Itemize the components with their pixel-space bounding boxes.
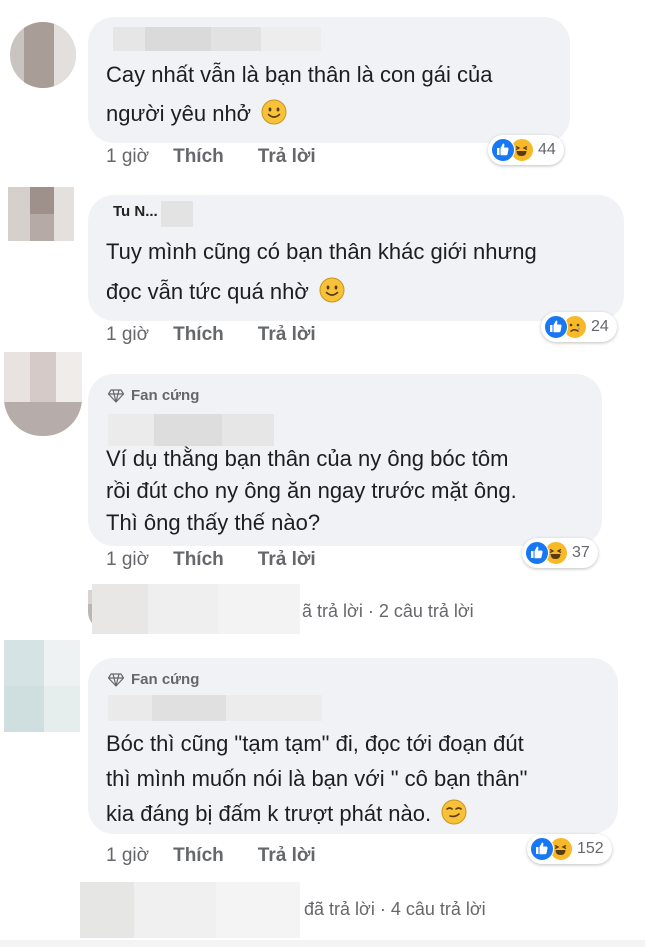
like-icon [525, 541, 549, 565]
comment-timestamp[interactable]: 1 giờ [106, 549, 149, 571]
reaction-count: 44 [538, 141, 556, 158]
comment-text-line: Tuy mình cũng có bạn thân khác giới nhưn… [106, 239, 537, 264]
reaction-summary[interactable]: 37 [522, 538, 598, 568]
avatar[interactable] [4, 640, 80, 732]
comment-actions: 1 giờ Thích Trả lời [106, 845, 316, 867]
like-button[interactable]: Thích [173, 845, 224, 867]
fan-badge: Fan cứng [108, 671, 199, 688]
comment-actions: 1 giờ Thích Trả lời [106, 146, 316, 168]
replies-summary: đã trả lời · 4 câu trả lời [304, 899, 486, 919]
avatar[interactable] [4, 352, 82, 436]
comment-text-line: Cay nhất vẫn là bạn thân là con gái của [106, 62, 493, 87]
comment-text-segment: kia đáng bị đấm k trượt phát nào. [106, 801, 432, 826]
author-name-blurred[interactable] [113, 27, 321, 51]
comment-text-line: người yêu nhở [106, 95, 287, 136]
reply-button[interactable]: Trả lời [258, 549, 316, 571]
slight-smile-emoji-icon [261, 99, 287, 136]
fan-badge-label: Fan cứng [131, 387, 200, 404]
comment-actions: 1 giờ Thích Trả lời [106, 324, 316, 346]
fan-badge-label: Fan cứng [131, 671, 200, 688]
reaction-count: 24 [591, 318, 609, 335]
bottom-divider [0, 940, 645, 947]
reaction-summary[interactable]: 152 [527, 834, 612, 864]
comment-timestamp[interactable]: 1 giờ [106, 845, 149, 867]
reply-button[interactable]: Trả lời [258, 845, 316, 867]
reaction-summary[interactable]: 44 [488, 135, 564, 165]
avatar[interactable] [8, 187, 74, 241]
diamond-icon [108, 672, 124, 687]
comment-text-line: Bóc thì cũng "tạm tạm" đi, đọc tới đoạn … [106, 731, 524, 756]
avatar[interactable] [10, 22, 76, 88]
comment-text-line: Thì ông thấy thế nào? [106, 510, 321, 535]
like-icon [544, 315, 568, 339]
replies-summary: ã trả lời · 2 câu trả lời [302, 601, 474, 621]
like-icon [491, 138, 515, 162]
reply-author-blurred [80, 882, 300, 938]
like-button[interactable]: Thích [173, 146, 224, 168]
comment-text-segment: đọc vẫn tức quá nhờ [106, 279, 309, 304]
slight-smile-emoji-icon [319, 277, 345, 314]
like-button[interactable]: Thích [173, 324, 224, 346]
reply-button[interactable]: Trả lời [258, 146, 316, 168]
like-button[interactable]: Thích [173, 549, 224, 571]
author-name-blurred[interactable]: Tu N... [113, 201, 193, 227]
reply-author-blurred [92, 584, 300, 634]
reaction-count: 37 [572, 544, 590, 561]
diamond-icon [108, 388, 124, 403]
comment-actions: 1 giờ Thích Trả lời [106, 549, 316, 571]
author-name-blurred[interactable] [108, 695, 322, 721]
like-icon [530, 837, 554, 861]
comment-timestamp[interactable]: 1 giờ [106, 146, 149, 168]
reaction-count: 152 [577, 840, 604, 857]
fan-badge: Fan cứng [108, 387, 199, 404]
comment-text-line: thì mình muốn nói là bạn với " cô bạn th… [106, 766, 528, 791]
comment-timestamp[interactable]: 1 giờ [106, 324, 149, 346]
comment-text-line: đọc vẫn tức quá nhờ [106, 273, 345, 314]
comment-text-segment: người yêu nhở [106, 101, 252, 126]
reaction-summary[interactable]: 24 [541, 312, 617, 342]
smirk-emoji-icon [441, 799, 467, 836]
reply-button[interactable]: Trả lời [258, 324, 316, 346]
author-name-fragment: Tu N... [113, 203, 158, 220]
comment-text-line: kia đáng bị đấm k trượt phát nào. [106, 795, 467, 836]
